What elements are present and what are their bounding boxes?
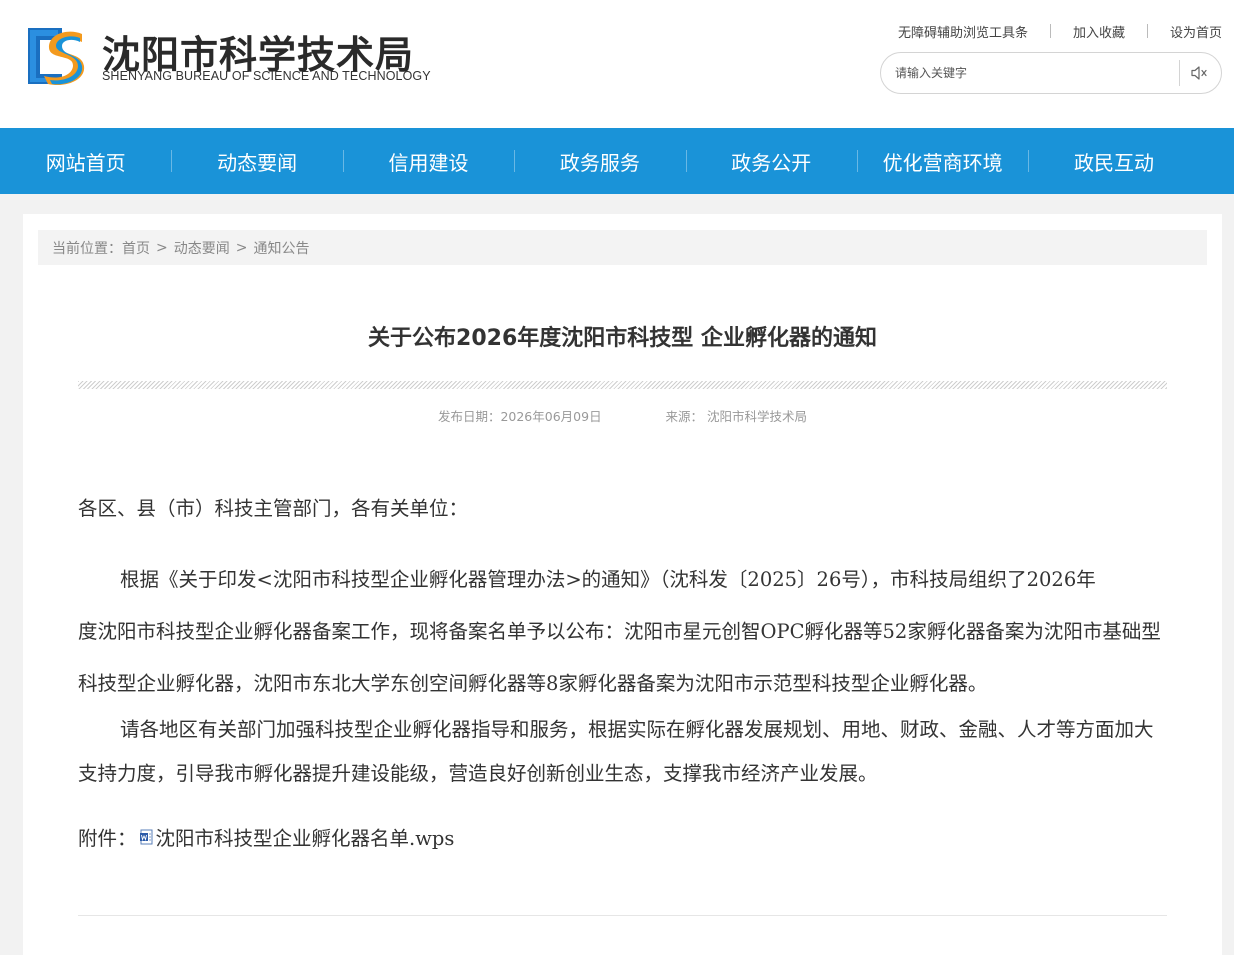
nav-item-disclosure[interactable]: 政务公开 — [685, 128, 857, 194]
publish-date-label: 发布日期： — [437, 409, 501, 424]
title-divider — [78, 381, 1167, 389]
breadcrumb-home-link[interactable]: 首页 — [122, 238, 150, 258]
article-card: 当前位置： 首页 > 动态要闻 > 通知公告 关于公布2026年度沈阳市科技型 … — [23, 214, 1222, 955]
article-greeting: 各区、县（市）科技主管部门，各有关单位： — [78, 497, 469, 520]
site-logo[interactable]: 沈阳市科学技术局 SHENYANG BUREAU OF SCIENCE AND … — [22, 22, 442, 90]
attachment-file-link[interactable]: 沈阳市科技型企业孵化器名单.wps — [156, 822, 455, 851]
search-divider — [1179, 60, 1180, 86]
site-header: 沈阳市科学技术局 SHENYANG BUREAU OF SCIENCE AND … — [0, 0, 1234, 128]
attachment-row: 附件： 沈阳市科技型企业孵化器名单.wps — [78, 822, 1170, 851]
search-input[interactable] — [895, 62, 1165, 84]
bottom-divider — [78, 915, 1167, 916]
top-links: 无障碍辅助浏览工具条 加入收藏 设为首页 — [898, 22, 1222, 41]
add-favorite-link[interactable]: 加入收藏 — [1073, 22, 1125, 41]
breadcrumb-label: 当前位置： — [52, 240, 122, 257]
paragraph-1-line-1: 根据《关于印发<沈阳市科技型企业孵化器管理办法>的通知》（沈科发〔2025〕26… — [120, 568, 1096, 591]
source-label: 来源： — [665, 409, 704, 424]
set-homepage-link[interactable]: 设为首页 — [1170, 22, 1222, 41]
article-title: 关于公布2026年度沈阳市科技型 企业孵化器的通知 — [368, 326, 877, 351]
nav-item-interaction[interactable]: 政民互动 — [1028, 128, 1199, 194]
nav-item-business-env[interactable]: 优化营商环境 — [856, 128, 1028, 194]
nav-item-home[interactable]: 网站首页 — [0, 128, 171, 194]
logo-emblem-icon — [28, 28, 85, 86]
breadcrumb: 当前位置： 首页 > 动态要闻 > 通知公告 — [38, 230, 1207, 265]
main-nav: 网站首页 动态要闻 信用建设 政务服务 政务公开 优化营商环境 政民互动 — [0, 128, 1234, 194]
breadcrumb-current-link[interactable]: 通知公告 — [253, 238, 309, 258]
document-file-icon — [139, 829, 153, 844]
nav-item-news[interactable]: 动态要闻 — [171, 128, 342, 194]
speaker-mute-icon[interactable] — [1190, 65, 1208, 81]
nav-item-credit[interactable]: 信用建设 — [342, 128, 514, 194]
article-meta: 发布日期：2026年06月09日 来源： 沈阳市科学技术局 — [78, 406, 1167, 425]
accessibility-toolbar-link[interactable]: 无障碍辅助浏览工具条 — [898, 22, 1028, 41]
publish-date: 2026年06月09日 — [500, 409, 602, 424]
breadcrumb-separator: > — [156, 239, 168, 256]
source-value: 沈阳市科学技术局 — [707, 409, 808, 424]
top-link-divider — [1049, 24, 1051, 38]
logo-english-name: SHENYANG BUREAU OF SCIENCE AND TECHNOLOG… — [102, 69, 431, 83]
nav-item-services[interactable]: 政务服务 — [514, 128, 685, 194]
article-paragraph-2: 请各地区有关部门加强科技型企业孵化器指导和服务，根据实际在孵化器发展规划、用地、… — [78, 718, 1154, 785]
paragraph-1-rest: 度沈阳市科技型企业孵化器备案工作，现将备案名单予以公布：沈阳市星元创智OPC孵化… — [78, 620, 1161, 695]
article-paragraph-1: 根据《关于印发<沈阳市科技型企业孵化器管理办法>的通知》（沈科发〔2025〕26… — [78, 554, 1170, 710]
breadcrumb-separator: > — [235, 239, 248, 256]
attachment-label: 附件： — [78, 827, 137, 850]
search-box — [880, 52, 1222, 94]
top-link-divider — [1146, 24, 1148, 38]
breadcrumb-section-link[interactable]: 动态要闻 — [174, 238, 230, 258]
